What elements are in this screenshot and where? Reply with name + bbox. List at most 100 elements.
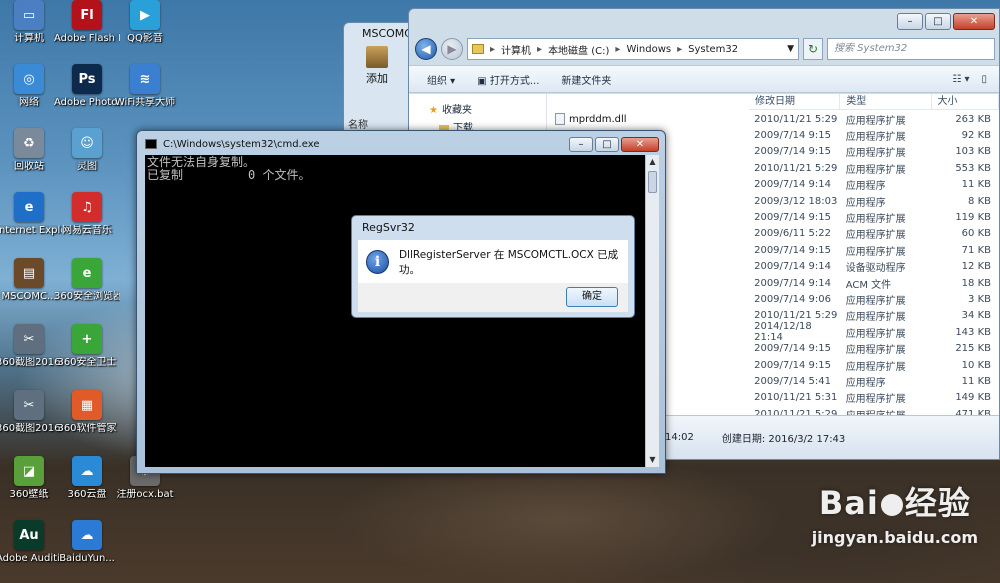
breadcrumb-windows[interactable]: Windows [626, 44, 671, 55]
preview-pane-icon[interactable]: ▯ [981, 74, 987, 85]
desktop-icon[interactable]: ≋ WiFi共享大师 [112, 64, 178, 109]
watermark-logo-text: Bai [818, 484, 879, 522]
desktop-icon[interactable]: Fl Adobe Flash Profe... [54, 0, 120, 45]
desktop-icon[interactable]: ▦ 360软件管家 [54, 390, 120, 435]
table-row[interactable]: mprddm.dll 2010/11/21 5:29 应用程序扩展 263 KB [549, 111, 999, 127]
minimize-button[interactable]: – [897, 13, 923, 30]
star-icon: ★ [429, 105, 438, 116]
new-folder-button[interactable]: 新建文件夹 [561, 72, 611, 87]
file-type: 设备驱动程序 [845, 263, 906, 275]
dll-file-icon [555, 113, 565, 126]
breadcrumb-computer[interactable]: 计算机 [501, 42, 531, 57]
desktop-icon[interactable]: ☁ 360云盘 [54, 456, 120, 501]
app-icon: ✂ [14, 324, 44, 354]
app-icon: e [14, 192, 44, 222]
column-size[interactable]: 大小 [932, 94, 999, 109]
maximize-button[interactable]: □ [595, 137, 619, 152]
desktop-icon[interactable]: ◪ 360壁纸 [0, 456, 62, 501]
desktop-icon[interactable]: ◎ 网络 [0, 64, 62, 109]
file-date: 2009/7/14 9:15 [754, 343, 832, 355]
scroll-thumb[interactable] [648, 171, 657, 193]
desktop-icon-label: QQ影音 [127, 33, 163, 44]
desktop-icon-label: 360云盘 [67, 489, 107, 500]
file-type: 应用程序扩展 [845, 312, 906, 324]
column-date[interactable]: 修改日期 [749, 94, 841, 109]
desktop-icon[interactable]: ✂ 360截图20160802... [0, 324, 62, 369]
view-options-icon[interactable]: ☷ ▾ [952, 74, 969, 85]
open-with-button[interactable]: ▣ 打开方式... [477, 72, 539, 87]
desktop-icon-label: 360安全浏览器 [54, 291, 120, 302]
breadcrumb-system32[interactable]: System32 [688, 44, 738, 55]
file-date: 2009/7/14 9:15 [754, 244, 832, 256]
app-icon: ✂ [14, 390, 44, 420]
command-bar: 组织 ▾ ▣ 打开方式... 新建文件夹 ☷ ▾ ▯ [409, 65, 999, 93]
archive-icon [366, 46, 388, 68]
dialog-message: DllRegisterServer 在 MSCOMCTL.OCX 已成功。 [398, 249, 619, 276]
back-button[interactable]: ◀ [415, 38, 437, 60]
forward-button[interactable]: ▶ [441, 38, 463, 60]
breadcrumb-drive[interactable]: 本地磁盘 (C:) [548, 42, 609, 57]
file-type: ACM 文件 [845, 279, 892, 291]
chevron-down-icon[interactable]: ▼ [783, 44, 798, 54]
refresh-button[interactable]: ↻ [803, 38, 823, 60]
breadcrumb-separator-icon: ▸ [537, 43, 543, 55]
file-type: 应用程序 [845, 197, 886, 209]
close-button[interactable]: ✕ [621, 137, 659, 152]
desktop-icon[interactable]: ▶ QQ影音 [112, 0, 178, 45]
file-date: 2009/7/14 9:14 [754, 179, 832, 191]
maximize-button[interactable]: □ [925, 13, 951, 30]
mscomctl-window[interactable]: MSCOMCT 添加 名称 [343, 22, 411, 142]
dialog-footer: 确定 [358, 283, 628, 312]
desktop-icon[interactable]: ☺ 灵图 [54, 128, 120, 173]
file-type: 应用程序扩展 [845, 246, 906, 258]
desktop-icon-label: BaiduYun... [59, 553, 115, 564]
nav-item-label: 收藏夹 [441, 105, 472, 116]
console-line: 已复制 0 个文件。 [147, 168, 311, 182]
scroll-down-icon[interactable]: ▼ [646, 453, 659, 467]
file-date: 2010/11/21 5:31 [754, 392, 838, 404]
search-input[interactable]: 搜索 System32 [827, 38, 995, 60]
add-button[interactable]: 添加 [344, 70, 410, 86]
desktop-icon[interactable]: ▭ 计算机 [0, 0, 62, 45]
address-bar[interactable]: ▸ 计算机 ▸ 本地磁盘 (C:) ▸ Windows ▸ System32 ▼ [467, 38, 799, 60]
vertical-scrollbar[interactable]: ▲ ▼ [645, 155, 659, 467]
desktop-icon-label: 灵图 [77, 161, 97, 172]
file-date: 2010/11/21 5:29 [754, 113, 838, 125]
file-date: 2009/7/14 9:14 [754, 277, 832, 289]
desktop-icon[interactable]: ♻ 回收站 [0, 128, 62, 173]
file-type: 应用程序扩展 [845, 132, 906, 144]
desktop-icon-label: 360壁纸 [9, 489, 49, 500]
organize-button[interactable]: 组织 ▾ [427, 72, 455, 87]
app-icon: ▭ [14, 0, 44, 30]
desktop-icon[interactable]: ♫ 网易云音乐 [54, 192, 120, 237]
file-size: 553 KB [955, 162, 991, 174]
file-date: 2009/7/14 9:15 [754, 146, 832, 158]
nav-item-favorites[interactable]: ★ 收藏夹 [409, 102, 546, 120]
desktop-icon[interactable]: e 360安全浏览器 [54, 258, 120, 303]
desktop-icon[interactable]: Au Adobe Audition [0, 520, 62, 565]
file-size: 3 KB [968, 293, 991, 305]
column-type[interactable]: 类型 [840, 94, 932, 109]
file-size: 60 KB [961, 228, 991, 240]
modified-date-partial: 14:02 [665, 432, 694, 443]
file-date: 2009/7/14 9:15 [754, 130, 832, 142]
regsvr32-dialog[interactable]: RegSvr32 i DllRegisterServer 在 MSCOMCTL.… [351, 215, 635, 318]
file-type: 应用程序扩展 [845, 148, 906, 160]
desktop-icon[interactable]: ▤ MSCOMC... [0, 258, 62, 303]
desktop-icon[interactable]: Ps Adobe Photosh... [54, 64, 120, 109]
close-button[interactable]: ✕ [953, 13, 995, 30]
desktop-icon-label: 网络 [19, 97, 39, 108]
desktop-icon[interactable]: ✂ 360截图20160802... [0, 390, 62, 435]
file-name: mprddm.dll [569, 113, 627, 125]
file-date: 2009/7/14 9:06 [754, 293, 832, 305]
desktop-icon[interactable]: +360安全卫士 [54, 324, 120, 369]
scroll-up-icon[interactable]: ▲ [646, 155, 659, 169]
desktop-icon-label: 回收站 [14, 161, 44, 172]
explorer-titlebar: – □ ✕ [409, 9, 999, 33]
minimize-button[interactable]: – [569, 137, 593, 152]
desktop-icon[interactable]: ☁ BaiduYun... [54, 520, 120, 565]
breadcrumb-separator-icon: ▸ [490, 43, 496, 55]
desktop-icon[interactable]: e Internet Explorer [0, 192, 62, 237]
file-size: 143 KB [955, 326, 991, 338]
ok-button[interactable]: 确定 [566, 287, 618, 307]
